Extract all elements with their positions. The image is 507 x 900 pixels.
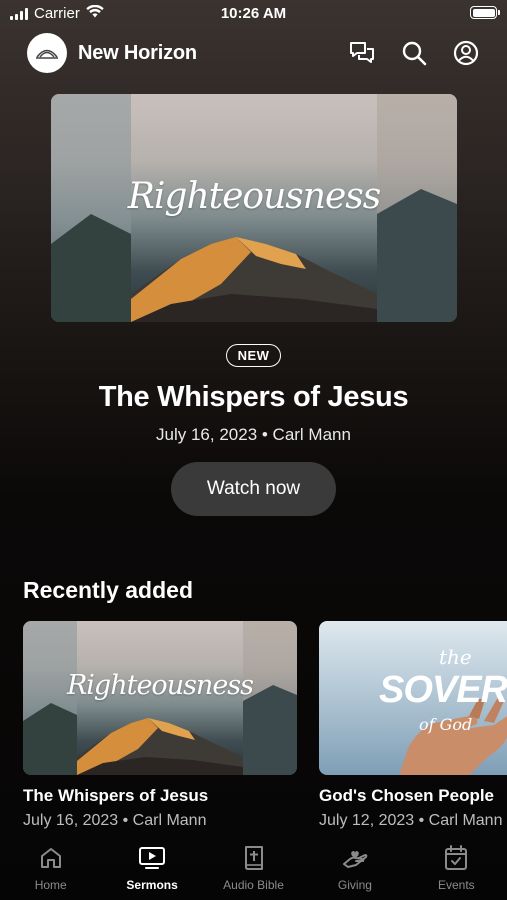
chat-icon[interactable] — [348, 39, 376, 67]
hero-subtitle: July 16, 2023 • Carl Mann — [156, 425, 351, 444]
sermon-thumbnail[interactable]: the SOVEREIGNTY of God — [319, 621, 507, 775]
tab-label: Sermons — [126, 878, 178, 892]
profile-icon[interactable] — [452, 39, 480, 67]
tab-sermons[interactable]: Sermons — [101, 838, 202, 900]
card-art-the: the — [439, 645, 472, 669]
sermon-card[interactable]: the SOVEREIGNTY of God God's Chosen Peop… — [319, 621, 507, 830]
app-header: New Horizon — [27, 32, 480, 74]
battery-icon — [470, 6, 500, 19]
watch-now-button[interactable]: Watch now — [171, 462, 336, 516]
tab-bar: Home Sermons Audio Bible Giving Events — [0, 838, 507, 900]
giving-icon — [341, 844, 369, 872]
bible-icon — [240, 844, 268, 872]
tab-giving[interactable]: Giving — [304, 838, 405, 900]
sermon-card[interactable]: Righteousness The Whispers of Jesus July… — [23, 621, 297, 830]
hero-art-title: Righteousness — [127, 176, 381, 218]
card-subtitle: July 16, 2023 • Carl Mann — [23, 812, 207, 829]
card-art-of: of God — [419, 715, 473, 734]
header-actions — [348, 39, 480, 67]
hero-title[interactable]: The Whispers of Jesus — [0, 381, 507, 414]
tab-home[interactable]: Home — [0, 838, 101, 900]
sermon-thumbnail[interactable]: Righteousness — [23, 621, 297, 775]
status-time: 10:26 AM — [220, 5, 287, 22]
card-title: The Whispers of Jesus — [23, 786, 209, 805]
hero-info: NEW The Whispers of Jesus July 16, 2023 … — [0, 344, 507, 445]
home-icon — [37, 844, 65, 872]
tab-label: Giving — [337, 878, 372, 892]
app-name: New Horizon — [78, 41, 197, 64]
tab-label: Audio Bible — [223, 878, 284, 892]
tab-label: Events — [437, 878, 475, 892]
tab-audio-bible[interactable]: Audio Bible — [203, 838, 304, 900]
card-subtitle: July 12, 2023 • Carl Mann — [319, 812, 503, 829]
recently-added-carousel[interactable]: Righteousness The Whispers of Jesus July… — [23, 621, 507, 836]
search-icon[interactable] — [400, 39, 428, 67]
calendar-icon — [442, 844, 470, 872]
hero-artwork[interactable]: Righteousness — [51, 94, 457, 322]
tv-icon — [138, 844, 166, 872]
card-art-title: SOVEREIGNTY — [379, 669, 507, 711]
tab-events[interactable]: Events — [406, 838, 507, 900]
new-badge: NEW — [225, 344, 282, 367]
tab-label: Home — [34, 878, 67, 892]
status-bar: Carrier 10:26 AM — [0, 0, 507, 28]
card-title: God's Chosen People — [319, 786, 495, 805]
church-logo-icon[interactable] — [27, 33, 67, 73]
section-title-recently-added: Recently added — [23, 577, 193, 603]
card-art-title: Righteousness — [66, 670, 254, 702]
